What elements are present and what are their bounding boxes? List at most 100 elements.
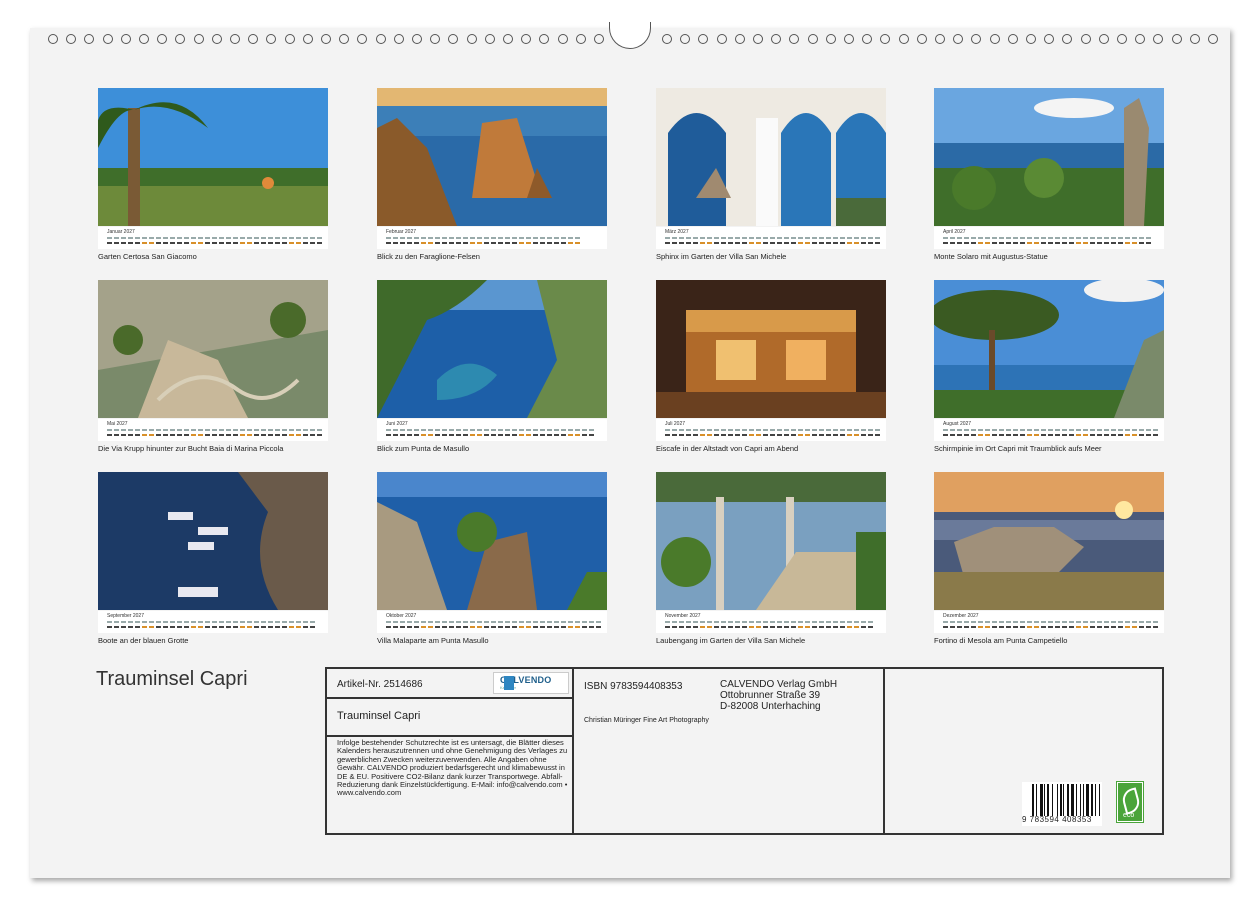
weekday-mark	[985, 429, 990, 431]
day-number-mark	[289, 626, 294, 628]
month-name: Februar 2027	[386, 229, 417, 235]
weekday-mark	[505, 621, 510, 623]
month-caption: Blick zu den Faraglione-Felsen	[377, 252, 480, 261]
month-calendar-strip: Oktober 2027	[377, 611, 607, 633]
day-number-mark	[950, 434, 955, 436]
weekday-mark	[721, 429, 726, 431]
month-name: April 2027	[943, 229, 966, 235]
weekday-mark	[575, 429, 580, 431]
weekday-mark	[477, 621, 482, 623]
weekday-mark	[484, 429, 489, 431]
day-number-mark	[742, 434, 747, 436]
weekday-mark	[191, 429, 196, 431]
weekday-mark	[261, 621, 266, 623]
day-number-mark	[393, 626, 398, 628]
day-number-mark	[456, 242, 461, 244]
binding-ring	[466, 34, 477, 44]
day-number-mark	[400, 242, 405, 244]
weekday-mark	[477, 237, 482, 239]
day-number-mark	[1069, 434, 1074, 436]
month-photo	[98, 472, 328, 610]
day-number-mark	[470, 434, 475, 436]
day-number-mark	[198, 626, 203, 628]
weekday-mark	[449, 237, 454, 239]
day-number-mark	[470, 626, 475, 628]
day-number-mark	[1132, 626, 1137, 628]
weekday-mark	[596, 621, 601, 623]
day-number-mark	[686, 626, 691, 628]
binding-ring	[698, 34, 709, 44]
month-page: Juli 2027 Eiscafe in der Altstadt von Cap…	[656, 280, 886, 453]
barcode-bar	[1047, 784, 1050, 816]
weekday-mark	[833, 429, 838, 431]
weekday-mark	[512, 429, 517, 431]
barcode-bar	[1091, 784, 1093, 816]
day-number-mark	[254, 434, 259, 436]
weekday-mark	[1146, 237, 1151, 239]
weekday-mark	[1048, 621, 1053, 623]
binding-ring	[880, 34, 891, 44]
day-number-mark	[449, 242, 454, 244]
weekday-mark	[971, 237, 976, 239]
day-number-mark	[240, 626, 245, 628]
binding-ring	[1208, 34, 1218, 44]
barcode-number: 9 783594 408353	[1022, 815, 1092, 824]
day-number-mark	[1076, 626, 1081, 628]
day-number-mark	[526, 242, 531, 244]
weekday-mark	[135, 621, 140, 623]
weekday-mark	[847, 237, 852, 239]
day-number-mark	[812, 626, 817, 628]
day-number-mark	[672, 434, 677, 436]
weekday-mark	[400, 237, 405, 239]
weekday-mark	[393, 429, 398, 431]
day-number-mark	[296, 434, 301, 436]
weekday-mark	[121, 621, 126, 623]
day-number-mark	[1027, 434, 1032, 436]
month-photo	[377, 88, 607, 226]
weekday-mark	[707, 621, 712, 623]
day-number-mark	[163, 242, 168, 244]
weekday-mark	[114, 621, 119, 623]
month-name: Mai 2027	[107, 421, 128, 427]
day-number-mark	[428, 434, 433, 436]
day-number-mark	[191, 242, 196, 244]
weekday-mark	[875, 429, 880, 431]
weekday-mark	[833, 237, 838, 239]
month-page: Mai 2027 Die Via Krupp hinunter zur Bucht…	[98, 280, 328, 453]
day-number-mark	[763, 434, 768, 436]
month-page: Januar 2027 Garten Certosa San Giacomo	[98, 88, 328, 261]
weekday-mark	[184, 429, 189, 431]
binding-ring	[211, 34, 222, 44]
day-number-mark	[999, 434, 1004, 436]
day-number-mark	[770, 242, 775, 244]
day-number-mark	[303, 242, 308, 244]
day-number-mark	[693, 626, 698, 628]
weekday-mark	[679, 621, 684, 623]
day-number-mark	[184, 626, 189, 628]
day-number-mark	[854, 626, 859, 628]
weekday-mark	[484, 621, 489, 623]
weekday-mark	[296, 429, 301, 431]
weekday-mark	[1090, 237, 1095, 239]
day-number-mark	[784, 434, 789, 436]
binding-ring	[321, 34, 331, 44]
day-number-mark	[275, 434, 280, 436]
weekday-mark	[470, 237, 475, 239]
day-number-mark	[317, 434, 322, 436]
weekday-mark	[540, 429, 545, 431]
barcode-bar	[1056, 784, 1058, 816]
day-number-mark	[985, 242, 990, 244]
weekday-mark	[992, 237, 997, 239]
month-photo	[656, 472, 886, 610]
weekday-mark	[1076, 621, 1081, 623]
weekday-mark	[247, 429, 252, 431]
weekday-mark	[561, 429, 566, 431]
weekday-mark	[999, 237, 1004, 239]
weekday-mark	[777, 621, 782, 623]
binding-ring	[1026, 34, 1036, 44]
month-caption: Fortino di Mesola am Punta Campetiello	[934, 636, 1068, 645]
day-number-mark	[1020, 242, 1025, 244]
weekday-mark	[128, 237, 133, 239]
weekday-mark	[805, 429, 810, 431]
weekday-mark	[149, 429, 154, 431]
